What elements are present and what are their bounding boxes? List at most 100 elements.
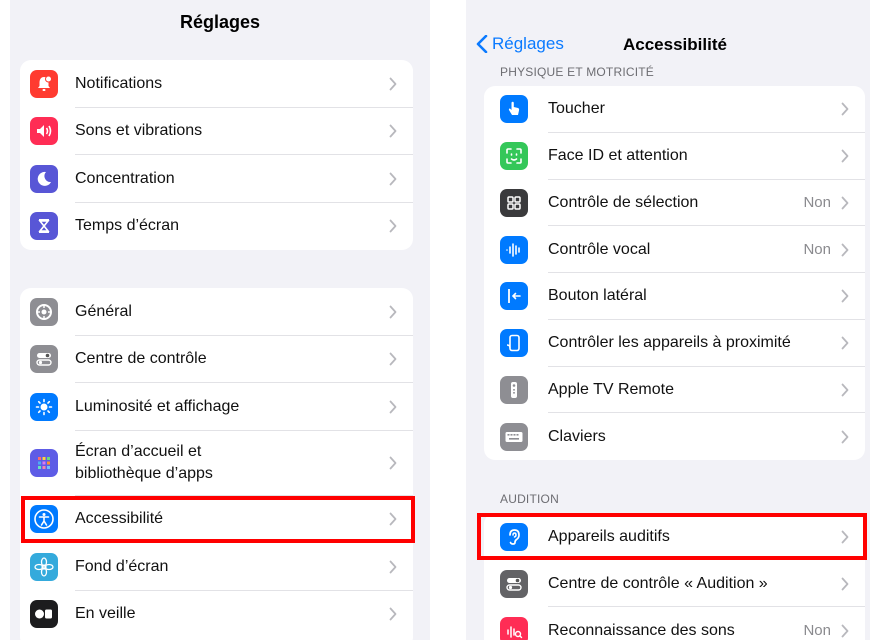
settings-row-bouton-lateral[interactable]: Bouton latéral [484, 273, 865, 320]
page-title: Accessibilité [623, 35, 727, 54]
chevron-right-icon [841, 383, 849, 397]
settings-row-label-line-2: bibliothèque d’apps [75, 465, 213, 482]
settings-row-label: Concentration [75, 169, 175, 187]
ear-icon [500, 522, 528, 551]
settings-row-label: Apple TV Remote [548, 380, 674, 398]
settings-row-centre-de-controle[interactable]: Centre de contrôle [20, 336, 413, 383]
settings-row-controler-les-appareils-a-proximite[interactable]: Contrôler les appareils à proximité [484, 320, 865, 367]
settings-row-toucher[interactable]: Toucher [484, 86, 865, 133]
notifications-bell-icon [30, 69, 58, 98]
switch-grid-icon [500, 188, 528, 217]
settings-row-appareils-auditifs[interactable]: Appareils auditifs [484, 513, 865, 560]
settings-row-value: Non [803, 621, 831, 639]
chevron-left-icon [476, 35, 488, 53]
standby-icon [30, 600, 58, 629]
left-settings-panel: Réglages Notifications Sons et vibrations… [10, 0, 430, 640]
settings-row-face-id-et-attention[interactable]: Face ID et attention [484, 133, 865, 180]
settings-row-concentration[interactable]: Concentration [20, 155, 413, 203]
settings-row-label-line-1: Écran d’accueil et [75, 443, 202, 460]
chevron-right-icon [841, 624, 849, 637]
settings-row-temps-d-ecran[interactable]: Temps d’écran [20, 203, 413, 251]
app-grid-icon [30, 449, 58, 477]
keyboard-icon [500, 422, 528, 451]
chevron-right-icon [389, 607, 397, 621]
chevron-right-icon [389, 352, 397, 366]
chevron-right-icon [841, 243, 849, 257]
chevron-right-icon [389, 400, 397, 414]
settings-row-ecran-d-accueil-et-bibliotheque-d-apps[interactable]: Écran d’accueil et bibliothèque d’apps [20, 431, 413, 496]
physique-group: Toucher Face ID et attention Contrôle de s… [484, 86, 865, 460]
chevron-right-icon [841, 289, 849, 303]
settings-row-centre-de-controle-audition[interactable]: Centre de contrôle « Audition » [484, 560, 865, 607]
settings-row-luminosite-et-affichage[interactable]: Luminosité et affichage [20, 383, 413, 431]
settings-row-label: Notifications [75, 74, 163, 92]
settings-row-label: Général [75, 302, 132, 320]
section-header-audition: AUDITION [500, 492, 559, 506]
settings-row-controle-vocal[interactable]: Contrôle vocal Non [484, 226, 865, 273]
chevron-right-icon [841, 102, 849, 116]
settings-row-label: Centre de contrôle [75, 350, 207, 368]
settings-row-label: Contrôle vocal [548, 240, 651, 258]
chevron-right-icon [841, 430, 849, 444]
settings-group-1: Notifications Sons et vibrations Concentra… [20, 60, 413, 250]
voice-wave-icon [500, 235, 528, 264]
settings-row-label: Face ID et attention [548, 147, 688, 165]
settings-row-label: Accessibilité [75, 510, 164, 528]
sound-recognition-icon [500, 616, 528, 640]
accessibility-person-icon [30, 505, 58, 534]
settings-row-label: Bouton latéral [548, 287, 647, 305]
back-button[interactable]: Réglages [476, 34, 564, 54]
chevron-right-icon [841, 196, 849, 210]
chevron-right-icon [389, 305, 397, 319]
settings-row-reconnaissance-des-sons[interactable]: Reconnaissance des sons Non [484, 607, 865, 640]
toggles-icon [30, 345, 58, 374]
chevron-right-icon [389, 172, 397, 186]
hourglass-icon [30, 212, 58, 241]
right-accessibility-panel: Réglages Accessibilité PHYSIQUE ET MOTRI… [466, 0, 870, 640]
settings-row-value: Non [803, 193, 831, 211]
settings-row-label: Centre de contrôle « Audition » [548, 574, 768, 592]
settings-row-fond-d-ecran[interactable]: Fond d’écran [20, 543, 413, 591]
chevron-right-icon [389, 560, 397, 574]
chevron-right-icon [389, 124, 397, 138]
speaker-sound-icon [30, 117, 58, 146]
chevron-right-icon [389, 512, 397, 526]
chevron-right-icon [841, 149, 849, 163]
settings-row-label: Sons et vibrations [75, 122, 203, 140]
back-button-label: Réglages [492, 34, 564, 53]
settings-row-claviers[interactable]: Claviers [484, 413, 865, 460]
gear-icon [30, 297, 58, 326]
chevron-right-icon [389, 219, 397, 233]
settings-row-controle-de-selection[interactable]: Contrôle de sélection Non [484, 180, 865, 227]
nearby-device-icon [500, 329, 528, 358]
page-title: Réglages [179, 12, 261, 32]
settings-row-label: Claviers [548, 427, 606, 445]
settings-row-label: Fond d’écran [75, 557, 169, 575]
settings-row-value: Non [803, 240, 831, 258]
sun-icon [30, 392, 58, 421]
chevron-right-icon [389, 456, 397, 470]
settings-row-apple-tv-remote[interactable]: Apple TV Remote [484, 367, 865, 414]
section-header-physique: PHYSIQUE ET MOTRICITÉ [500, 65, 654, 79]
hand-touch-icon [500, 95, 528, 124]
moon-icon [30, 164, 58, 193]
settings-row-label: Reconnaissance des sons [548, 621, 735, 639]
settings-row-label: Écran d’accueil et bibliothèque d’apps [75, 441, 213, 485]
chevron-right-icon [841, 336, 849, 350]
settings-row-notifications[interactable]: Notifications [20, 60, 413, 108]
settings-row-sons-et-vibrations[interactable]: Sons et vibrations [20, 108, 413, 155]
settings-row-label: Temps d’écran [75, 217, 180, 235]
settings-row-label: Luminosité et affichage [75, 397, 240, 415]
toggles-icon [500, 569, 528, 598]
face-id-icon [500, 142, 528, 171]
settings-row-accessibilite[interactable]: Accessibilité [20, 496, 413, 543]
settings-group-2: Général Centre de contrôle Luminosité et a… [20, 288, 413, 640]
settings-row-general[interactable]: Général [20, 288, 413, 336]
settings-row-label: Appareils auditifs [548, 527, 670, 545]
chevron-right-icon [389, 77, 397, 91]
settings-row-en-veille[interactable]: En veille [20, 591, 413, 639]
chevron-right-icon [841, 530, 849, 543]
chevron-right-icon [841, 577, 849, 590]
settings-row-label: Contrôler les appareils à proximité [548, 334, 791, 352]
audition-group: Appareils auditifs Centre de contrôle « A… [484, 513, 865, 640]
